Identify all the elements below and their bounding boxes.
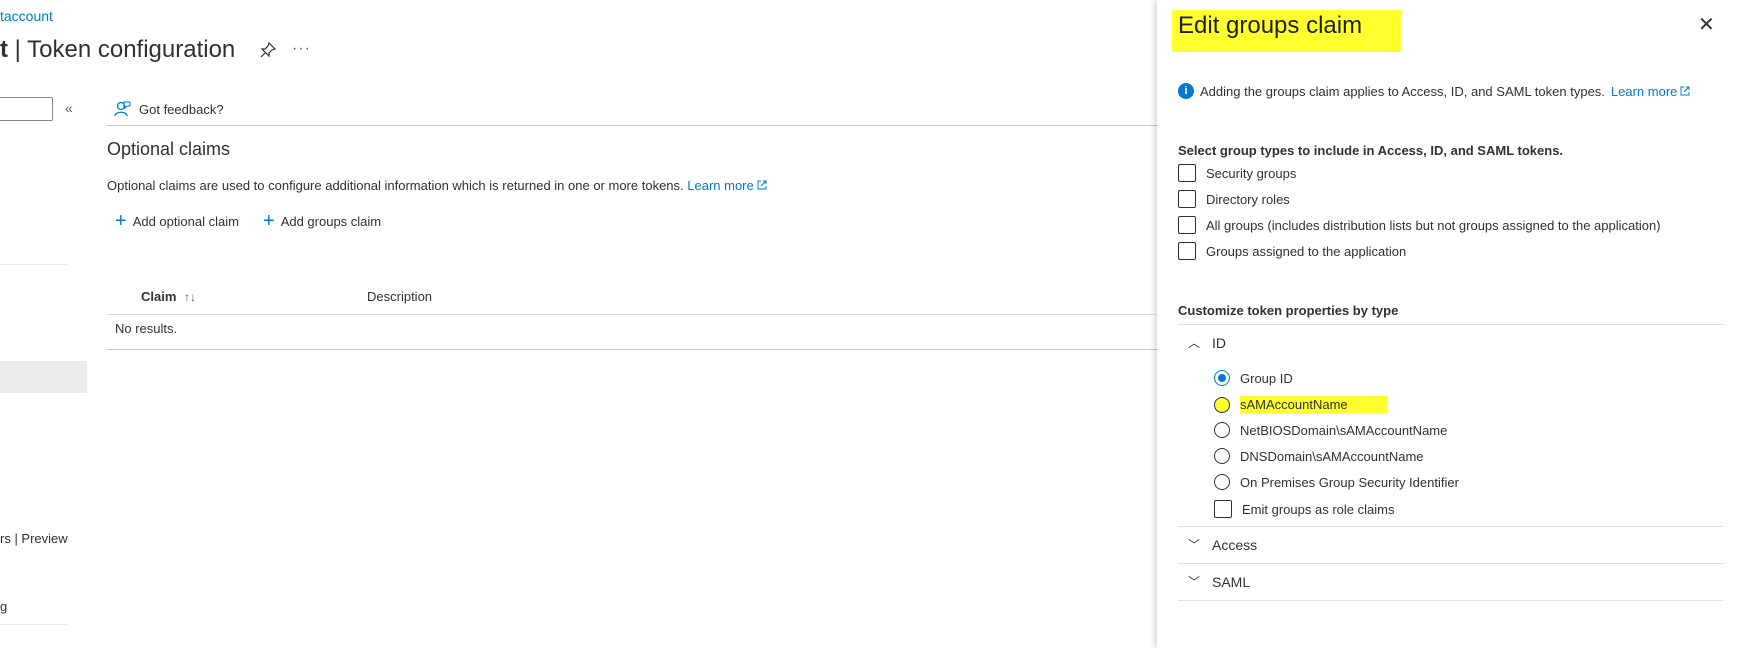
checkbox[interactable] <box>1178 164 1196 182</box>
optional-claims-title: Optional claims <box>107 139 231 159</box>
radio-onprem-sid[interactable]: On Premises Group Security Identifier <box>1214 474 1459 490</box>
radio-group-id[interactable]: Group ID <box>1214 370 1293 386</box>
radio-button[interactable] <box>1214 396 1230 413</box>
info-message: i Adding the groups claim applies to Acc… <box>1178 83 1691 99</box>
add-optional-claim-button[interactable]: + Add optional claim <box>115 210 239 232</box>
accordion-access[interactable]: ﹀ Access <box>1188 536 1257 553</box>
accordion-saml[interactable]: ﹀ SAML <box>1188 573 1250 590</box>
section-divider <box>1178 526 1723 527</box>
chevron-down-icon: ﹀ <box>1188 538 1201 552</box>
toolbar-divider <box>107 125 1157 126</box>
group-types-label: Select group types to include in Access,… <box>1178 143 1564 158</box>
page-title: t | Token configuration <box>0 36 236 63</box>
radio-dns-samaccountname[interactable]: DNSDomain\sAMAccountName <box>1214 448 1424 464</box>
radio-button[interactable] <box>1214 474 1230 490</box>
checkbox-security-groups[interactable]: Security groups <box>1178 164 1296 182</box>
radio-netbios-samaccountname[interactable]: NetBIOSDomain\sAMAccountName <box>1214 422 1447 438</box>
radio-button[interactable] <box>1214 370 1230 386</box>
plus-icon: + <box>263 210 275 232</box>
radio-button[interactable] <box>1214 422 1230 438</box>
checkbox-emit-role-claims[interactable]: Emit groups as role claims <box>1214 500 1394 518</box>
learn-more-link[interactable]: Learn more <box>687 178 767 193</box>
section-divider <box>1178 600 1723 601</box>
pin-icon[interactable] <box>260 42 276 58</box>
sidebar-item-preview[interactable]: rs | Preview <box>0 531 68 546</box>
checkbox[interactable] <box>1178 242 1196 260</box>
sidebar-item-fragment[interactable]: g <box>0 599 7 614</box>
external-link-icon <box>1680 86 1690 95</box>
checkbox-groups-assigned[interactable]: Groups assigned to the application <box>1178 242 1406 260</box>
more-options-button[interactable]: ··· <box>292 40 311 58</box>
column-header-claim[interactable]: Claim ↑↓ <box>141 289 196 304</box>
checkbox[interactable] <box>1214 500 1232 518</box>
section-divider <box>1178 324 1723 325</box>
radio-samaccountname[interactable]: sAMAccountName <box>1214 396 1388 413</box>
checkbox-directory-roles[interactable]: Directory roles <box>1178 190 1290 208</box>
info-icon: i <box>1178 83 1194 99</box>
optional-claims-description: Optional claims are used to configure ad… <box>107 178 768 193</box>
chevron-up-icon: ︿ <box>1188 336 1201 350</box>
sidebar-divider <box>0 624 67 625</box>
close-icon[interactable]: ✕ <box>1698 12 1715 37</box>
radio-button[interactable] <box>1214 448 1230 464</box>
sidebar-item-selected[interactable] <box>0 361 87 393</box>
feedback-button[interactable]: Got feedback? <box>113 100 224 118</box>
add-groups-claim-button[interactable]: + Add groups claim <box>263 210 381 232</box>
section-divider <box>1178 563 1723 564</box>
checkbox[interactable] <box>1178 216 1196 234</box>
info-learn-more-link[interactable]: Learn more <box>1611 84 1691 99</box>
sidebar-divider <box>0 264 67 265</box>
collapse-sidebar-button[interactable]: « <box>65 100 73 116</box>
external-link-icon <box>757 180 767 190</box>
plus-icon: + <box>115 210 127 232</box>
panel-title: Edit groups claim <box>1172 10 1401 52</box>
sort-icon: ↑↓ <box>184 290 197 304</box>
table-bottom-divider <box>107 349 1157 350</box>
chevron-down-icon: ﹀ <box>1188 575 1201 589</box>
column-header-description: Description <box>367 289 433 304</box>
sidebar-search-input[interactable] <box>0 97 53 121</box>
checkbox-all-groups[interactable]: All groups (includes distribution lists … <box>1178 216 1661 234</box>
empty-table-text: No results. <box>115 321 178 336</box>
breadcrumb-link[interactable]: taccount <box>0 8 53 24</box>
accordion-id[interactable]: ︿ ID <box>1188 334 1226 351</box>
table-header-divider <box>107 314 1157 315</box>
feedback-label: Got feedback? <box>139 101 224 117</box>
customize-token-label: Customize token properties by type <box>1178 303 1399 318</box>
checkbox[interactable] <box>1178 190 1196 208</box>
feedback-icon <box>114 101 131 117</box>
